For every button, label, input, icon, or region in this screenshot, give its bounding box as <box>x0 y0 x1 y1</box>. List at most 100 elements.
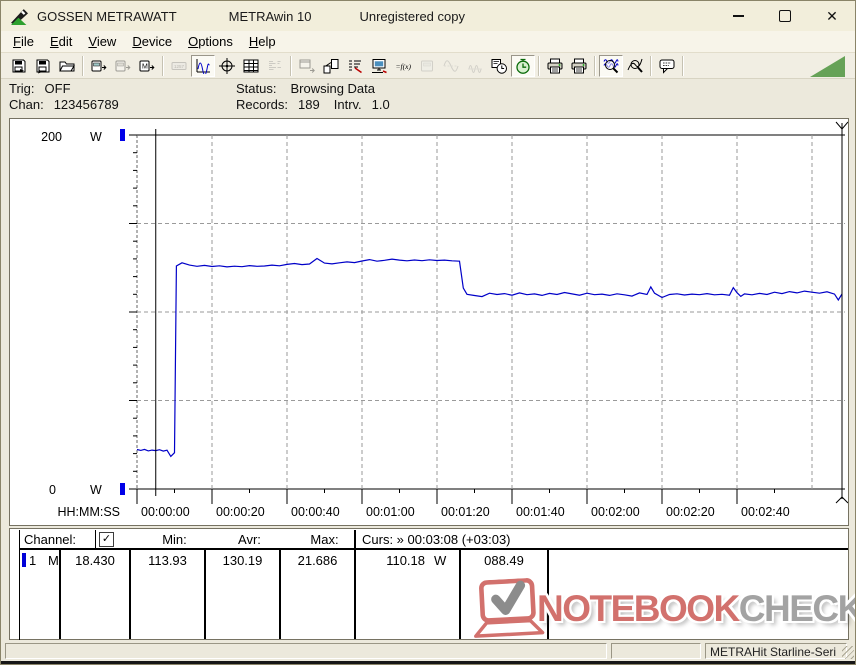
formula-button[interactable]: =f(x) <box>391 55 415 77</box>
toolbar-separator <box>290 55 292 76</box>
device-name: METRAHit Starline-Seri <box>710 645 837 659</box>
svg-text:00:00:20: 00:00:20 <box>216 505 265 519</box>
watermark-text-gray: CHECK <box>738 588 856 629</box>
menu-device[interactable]: Device <box>124 32 180 51</box>
statusbar: METRAHit Starline-Seri <box>1 643 855 661</box>
cursor-delta-value: 088.49 <box>484 553 524 568</box>
chan-value: 123456789 <box>53 97 119 112</box>
device-monitor-button[interactable] <box>367 55 391 77</box>
titlebar-brand: GOSSEN METRAWATT <box>37 8 177 24</box>
timer-button[interactable] <box>511 54 535 77</box>
schedule-button[interactable] <box>487 55 511 77</box>
minimize-button[interactable] <box>731 9 745 23</box>
y-range-marker-top <box>120 129 125 141</box>
lcd-display-icon: 1257 <box>171 61 187 70</box>
svg-text:0: 0 <box>49 483 56 497</box>
toolbar-separator <box>650 55 652 76</box>
watermark-text-red: NOTEBOOK <box>537 588 740 629</box>
tooltip-button[interactable] <box>655 55 679 77</box>
device-transfer-button[interactable] <box>319 55 343 77</box>
svg-text:M: M <box>142 63 148 70</box>
save-button[interactable] <box>7 55 31 77</box>
y-range-marker-bottom <box>120 483 125 495</box>
maximize-icon <box>779 10 791 22</box>
cursor-view-button[interactable] <box>215 55 239 77</box>
max-value: 130.19 <box>222 553 263 568</box>
channel-header: Channel: <box>24 532 77 547</box>
device-monitor-icon <box>372 58 387 73</box>
titlebar-app-name: METRAwin 10 <box>228 8 312 24</box>
header-divider <box>95 530 96 548</box>
svg-text:W: W <box>90 130 102 144</box>
timer-icon <box>516 58 530 74</box>
max-header: Max: <box>310 532 339 547</box>
device-memory-icon: M <box>139 60 155 71</box>
svg-text:00:01:40: 00:01:40 <box>516 505 565 519</box>
resize-grip[interactable] <box>842 646 854 659</box>
print-icon <box>547 58 563 73</box>
toolbar-separator <box>538 55 540 76</box>
status-value: Browsing Data <box>290 81 376 96</box>
svg-text:00:00:00: 00:00:00 <box>141 505 190 519</box>
metrawin-window: GOSSEN METRAWATT METRAwin 10 Unregistere… <box>0 0 856 665</box>
open-file-button[interactable] <box>55 55 79 77</box>
waveform-view-icon <box>196 58 210 74</box>
trig-label: Trig: <box>9 81 35 96</box>
analog-signal-button <box>439 55 463 77</box>
min-header: Min: <box>162 532 187 547</box>
lcd-display-button: 1257 <box>167 55 191 77</box>
svg-text:1257: 1257 <box>174 64 185 69</box>
cursor2-value: 110.18 <box>386 553 425 568</box>
svg-text:HH:MM:SS: HH:MM:SS <box>58 505 121 519</box>
min-value: 18.430 <box>75 553 115 568</box>
cursor2-unit: W <box>434 553 447 568</box>
menu-options[interactable]: Options <box>180 32 241 51</box>
channel-checkbox[interactable]: ✓ <box>99 532 114 547</box>
svg-text:W: W <box>90 483 102 497</box>
table-left-border <box>19 530 20 640</box>
status-strip: Trig: OFF Chan: 123456789 Status: Browsing … <box>9 81 849 115</box>
power-trace <box>136 257 843 458</box>
device-read-button[interactable] <box>87 55 111 77</box>
device-transfer-icon <box>323 58 339 73</box>
trig-value: OFF <box>44 81 71 96</box>
zoom-time-button[interactable] <box>599 54 623 77</box>
records-label: Records: <box>236 97 289 112</box>
cursor1-value: 21.686 <box>297 553 338 568</box>
svg-text:=f(x): =f(x) <box>396 62 412 71</box>
export-window-icon <box>299 59 315 73</box>
menu-help[interactable]: Help <box>241 32 284 51</box>
zoom-free-icon <box>627 58 643 73</box>
print-preview-icon <box>571 58 587 73</box>
table-view-button[interactable] <box>239 55 263 77</box>
device-memory-button[interactable]: M <box>135 55 159 77</box>
close-button[interactable]: ✕ <box>825 9 839 23</box>
tooltip-icon <box>659 59 675 74</box>
waveform-view-button[interactable] <box>191 54 215 77</box>
chan-label: Chan: <box>9 97 44 112</box>
column-divider <box>354 548 356 639</box>
open-file-icon <box>59 61 75 71</box>
records-value: 189 <box>298 97 320 112</box>
toolbar-separator <box>682 55 684 76</box>
schedule-icon <box>491 58 507 74</box>
channel-list-button[interactable] <box>343 55 367 77</box>
pulse-signal-icon <box>468 64 482 73</box>
menu-view[interactable]: View <box>80 32 124 51</box>
print-button[interactable] <box>543 55 567 77</box>
statusbar-secondary-pane <box>611 643 701 659</box>
channel-list-icon <box>349 60 362 73</box>
maximize-button[interactable] <box>778 9 792 23</box>
connection-indicator-icon <box>810 56 845 77</box>
statistics-view-button <box>263 55 287 77</box>
svg-text:00:01:00: 00:01:00 <box>366 505 415 519</box>
save-as-button[interactable] <box>31 55 55 77</box>
toolbar-separator <box>594 55 596 76</box>
zoom-free-button[interactable] <box>623 55 647 77</box>
menu-file[interactable]: File <box>5 32 42 51</box>
avr-value: 113.93 <box>148 553 187 568</box>
menu-edit[interactable]: Edit <box>42 32 80 51</box>
svg-text:200: 200 <box>41 130 62 144</box>
pulse-signal-button <box>463 55 487 77</box>
print-preview-button[interactable] <box>567 55 591 77</box>
